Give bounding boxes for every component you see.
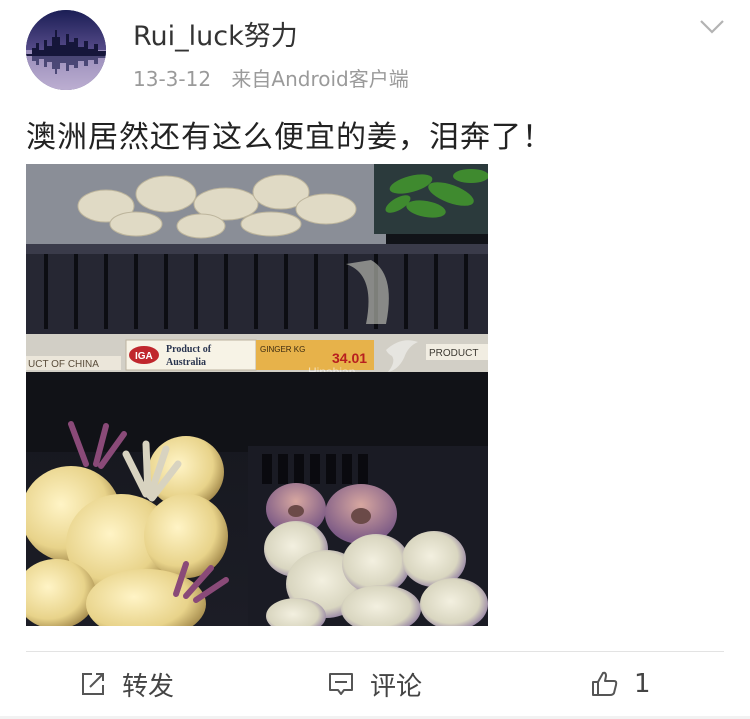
username[interactable]: Rui_luck努力 <box>133 14 298 53</box>
action-bar-divider <box>26 651 724 652</box>
product-of-line1: Product of <box>166 344 212 355</box>
repost-button[interactable]: 转发 <box>78 664 174 704</box>
avatar[interactable] <box>26 10 106 90</box>
more-options-button[interactable] <box>692 12 732 42</box>
origin-label-right: PRODUCT <box>429 348 478 359</box>
post-meta: 13-3-12 来自Android客户端 <box>133 63 409 92</box>
comment-button[interactable]: 评论 <box>326 664 422 704</box>
like-count: 1 <box>634 669 651 699</box>
post-photo[interactable]: UCT OF CHINA IGA Product of Australia GI… <box>26 164 488 626</box>
chevron-down-icon <box>700 20 724 34</box>
weibo-post: Rui_luck努力 13-3-12 来自Android客户端 澳洲居然还有这么… <box>0 0 750 719</box>
price-label: 34.01 <box>332 350 367 366</box>
post-source: 来自Android客户端 <box>231 67 409 91</box>
post-text: 澳洲居然还有这么便宜的姜，泪奔了！ <box>26 120 553 155</box>
product-of-line2: Australia <box>166 357 206 368</box>
comment-icon <box>326 669 356 699</box>
repost-label: 转发 <box>122 671 175 702</box>
origin-label-left: UCT OF CHINA <box>28 359 99 370</box>
like-button[interactable]: 1 <box>590 664 651 704</box>
post-date: 13-3-12 <box>133 67 212 91</box>
share-box-icon <box>78 669 108 699</box>
thumbs-up-icon <box>590 669 620 699</box>
comment-label: 评论 <box>370 671 423 702</box>
item-label: GINGER KG <box>260 345 305 354</box>
iga-logo-text: IGA <box>135 351 153 362</box>
